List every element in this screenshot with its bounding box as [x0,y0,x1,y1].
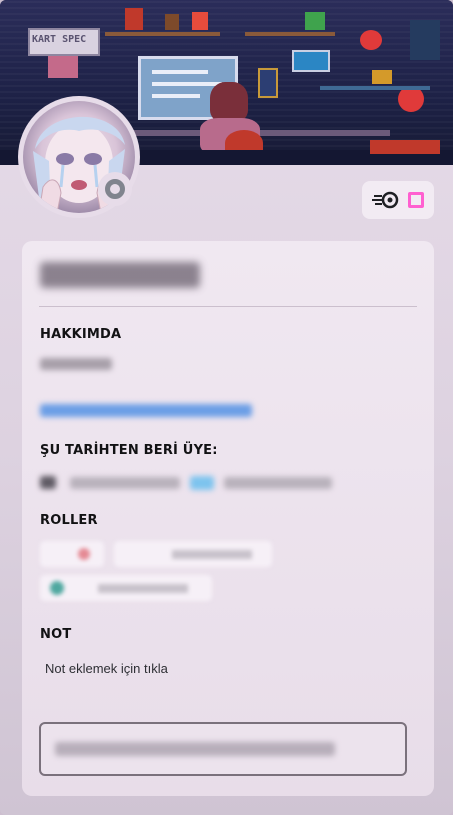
about-heading: HAKKIMDA [40,327,122,342]
about-link[interactable] [40,404,252,417]
about-text [40,358,112,370]
status-ring-icon [105,179,125,199]
message-placeholder [55,742,335,756]
discord-join-date [70,477,180,489]
server-icon [190,476,214,490]
hypesquad-icon[interactable] [372,190,400,210]
role-pill[interactable] [40,541,104,567]
note-input[interactable]: Not eklemek için tıkla [45,661,168,676]
server-join-date [224,477,332,489]
message-input[interactable] [39,722,407,776]
role-pill[interactable] [40,575,212,601]
divider [39,306,417,307]
roles-heading: ROLLER [40,513,98,528]
role-pill[interactable] [114,541,272,567]
badge-list [362,181,434,219]
banner-sign-text: KART SPEC [32,34,87,45]
member-since-heading: ŞU TARİHTEN BERİ ÜYE: [40,443,218,458]
status-indicator [98,172,132,206]
note-heading: NOT [40,627,72,642]
profile-card: KART SPEC HAKKIMDA ŞU TARİHTEN BERİ ÜYE:… [0,0,453,815]
nitro-frame-icon[interactable] [408,192,424,208]
discord-logo-icon [40,476,56,489]
username [40,262,200,288]
